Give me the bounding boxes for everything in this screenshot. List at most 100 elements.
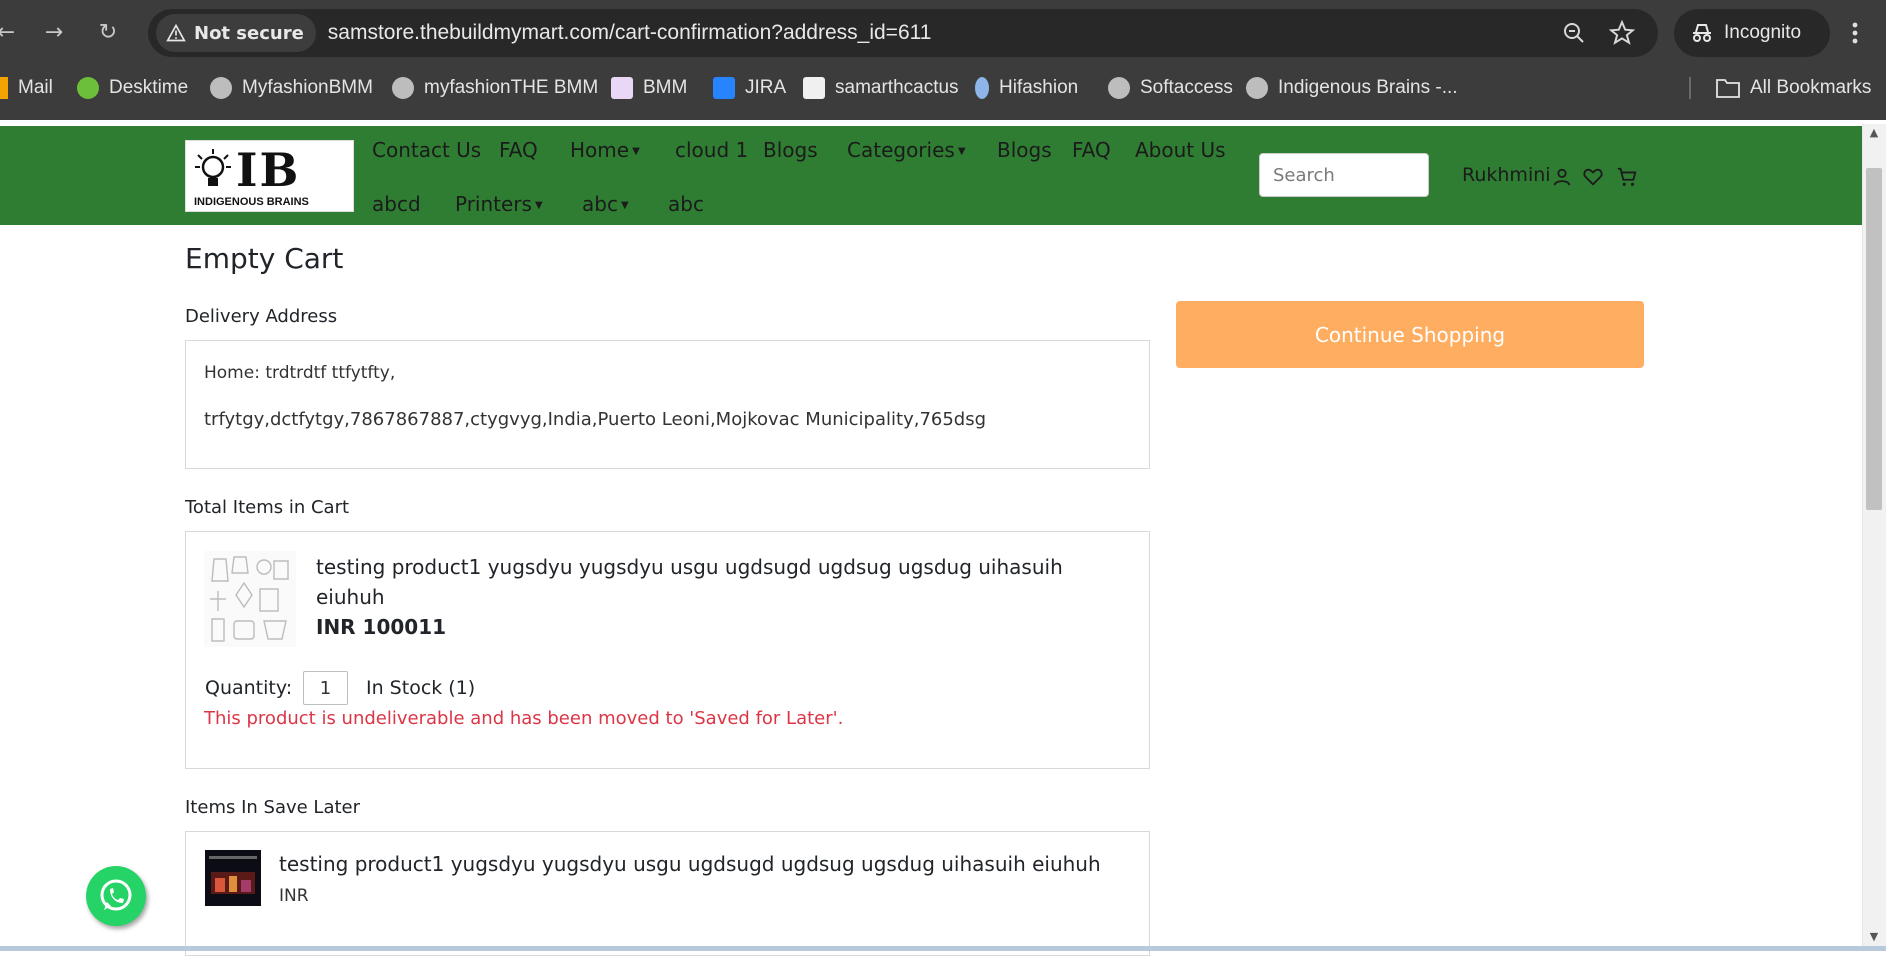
mail-icon: [0, 77, 8, 99]
cart-item-price: INR 100011: [316, 615, 447, 639]
caret-down-icon: ▼: [957, 146, 966, 157]
site-logo[interactable]: IB INDIGENOUS BRAINS: [185, 140, 354, 212]
cactus-icon: [803, 77, 825, 99]
desktime-icon: [77, 77, 99, 99]
logo-subtext: INDIGENOUS BRAINS: [194, 196, 309, 208]
nav-contact-us[interactable]: Contact Us: [372, 138, 481, 162]
url-text[interactable]: samstore.thebuildmymart.com/cart-confirm…: [328, 21, 932, 45]
nav-blogs[interactable]: Blogs: [763, 138, 818, 162]
browser-menu-icon[interactable]: [1840, 16, 1870, 50]
quantity-input[interactable]: [303, 671, 348, 705]
bookmark-jira[interactable]: JIRA: [713, 72, 786, 104]
nav-categories-dropdown[interactable]: Categories ▼: [847, 138, 966, 162]
nav-about-us[interactable]: About Us: [1135, 138, 1226, 162]
scrollbar-thumb[interactable]: [1866, 168, 1882, 510]
whatsapp-icon: [100, 879, 132, 911]
saved-item-price: INR: [279, 886, 309, 906]
globe-icon: [1108, 77, 1130, 99]
bookmark-bmm[interactable]: BMM: [611, 72, 687, 104]
address-line-2: trfytgy,dctfytgy,7867867887,ctygvyg,Indi…: [204, 409, 987, 430]
cart-icon[interactable]: [1615, 166, 1637, 188]
lightbulb-icon: [195, 149, 231, 186]
nav-home-dropdown[interactable]: Home ▼: [570, 138, 640, 162]
nav-abc-dropdown[interactable]: abc ▼: [582, 192, 629, 216]
zoom-icon[interactable]: [1560, 19, 1588, 47]
caret-down-icon: ▼: [632, 146, 640, 157]
folder-icon: [1716, 79, 1740, 98]
saved-item-title[interactable]: testing product1 yugsdyu yugsdyu usgu ug…: [279, 852, 1101, 876]
product-thumbnail[interactable]: [204, 551, 296, 647]
incognito-label: Incognito: [1724, 22, 1802, 43]
warning-icon: [166, 23, 186, 42]
nav-categories-label: Categories: [847, 138, 955, 162]
globe-icon: [392, 77, 414, 99]
bookmark-label: Indigenous Brains -...: [1278, 77, 1458, 98]
all-bookmarks[interactable]: All Bookmarks: [1716, 72, 1871, 104]
incognito-chip[interactable]: Incognito: [1674, 9, 1830, 57]
bookmark-label: Hifashion: [999, 77, 1079, 98]
bookmark-label: Mail: [18, 77, 53, 98]
jira-icon: [713, 77, 735, 99]
nav-faq[interactable]: FAQ: [499, 138, 538, 162]
nav-cloud-1[interactable]: cloud 1: [675, 138, 748, 162]
bookmark-star-icon[interactable]: [1608, 19, 1636, 47]
logo-text: IB: [236, 143, 301, 197]
bookmark-softaccess[interactable]: Softaccess: [1108, 72, 1233, 104]
nav-abcd[interactable]: abcd: [372, 192, 421, 216]
delivery-address-card: [185, 340, 1150, 469]
address-bar[interactable]: Not secure samstore.thebuildmymart.com/c…: [148, 9, 1658, 57]
bookmark-hifashion[interactable]: Hifashion: [975, 72, 1078, 104]
bookmarks-bar: Mail Desktime MyfashionBMM myfashionTHE …: [0, 72, 1886, 104]
bookmark-label: JIRA: [745, 77, 787, 98]
security-chip[interactable]: Not secure: [156, 14, 316, 52]
wishlist-heart-icon[interactable]: [1582, 166, 1604, 188]
bookmark-mail[interactable]: Mail: [0, 72, 53, 104]
forward-icon[interactable]: →: [36, 14, 72, 50]
nav-printers-label: Printers: [455, 192, 532, 216]
user-name-link[interactable]: Rukhmini: [1462, 164, 1551, 186]
search-input[interactable]: [1259, 153, 1429, 197]
bookmark-label: MyfashionBMM: [242, 77, 373, 98]
save-later-heading: Items In Save Later: [185, 797, 361, 818]
caret-down-icon: ▼: [620, 200, 629, 211]
bookmark-myfashionbmm[interactable]: MyfashionBMM: [210, 72, 373, 104]
bookmark-label: Softaccess: [1140, 77, 1233, 98]
continue-shopping-button[interactable]: Continue Shopping: [1176, 301, 1644, 368]
cart-item-title[interactable]: testing product1 yugsdyu yugsdyu usgu ug…: [316, 552, 1116, 612]
undeliverable-message: This product is undeliverable and has be…: [204, 708, 844, 729]
nav-blogs-2[interactable]: Blogs: [997, 138, 1052, 162]
stock-status: In Stock (1): [366, 677, 476, 699]
bookmark-samarthcactus[interactable]: samarthcactus: [803, 72, 959, 104]
nav-printers-dropdown[interactable]: Printers ▼: [455, 192, 543, 216]
scroll-up-icon[interactable]: ▲: [1867, 126, 1881, 139]
back-icon[interactable]: ←: [0, 14, 24, 50]
bookmark-label: BMM: [643, 77, 688, 98]
cart-items-heading: Total Items in Cart: [185, 497, 350, 518]
nav-abc-label: abc: [582, 192, 618, 216]
page-title: Empty Cart: [185, 242, 344, 275]
bookmark-label: Desktime: [109, 77, 189, 98]
scroll-down-icon[interactable]: ▼: [1867, 930, 1881, 943]
bookmark-indigenous-brains[interactable]: Indigenous Brains -...: [1246, 72, 1458, 104]
hifashion-icon: [975, 77, 989, 99]
nav-abc[interactable]: abc: [668, 192, 704, 216]
address-line-1: Home: trdtrdtf ttfytfty,: [204, 363, 396, 383]
bookmarks-divider: [1689, 77, 1691, 99]
delivery-address-heading: Delivery Address: [185, 306, 338, 327]
incognito-icon: [1693, 24, 1711, 42]
saved-item-card: [185, 831, 1150, 956]
window-bottom-edge: [0, 946, 1886, 951]
saved-item-thumbnail[interactable]: [205, 850, 261, 906]
bookmark-desktime[interactable]: Desktime: [77, 72, 188, 104]
bmm-icon: [611, 77, 633, 99]
nav-faq-2[interactable]: FAQ: [1072, 138, 1111, 162]
user-icon[interactable]: [1551, 166, 1573, 188]
whatsapp-chat-button[interactable]: [86, 866, 146, 926]
reload-icon[interactable]: ↻: [90, 14, 126, 50]
quantity-label: Quantity:: [205, 677, 293, 699]
nav-home-label: Home: [570, 138, 630, 162]
globe-icon: [1246, 77, 1268, 99]
caret-down-icon: ▼: [534, 200, 543, 211]
bookmark-myfashionthebmm[interactable]: myfashionTHE BMM: [392, 72, 598, 104]
security-label: Not secure: [194, 22, 304, 44]
